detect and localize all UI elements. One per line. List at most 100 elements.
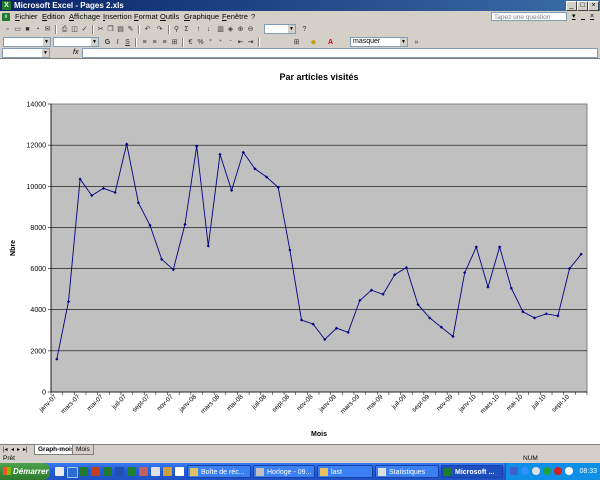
task-horloge[interactable]: Horloge - 09... (253, 465, 315, 478)
workbook-minimize-icon[interactable]: _ (581, 11, 585, 23)
x-axis-title[interactable]: Mois (311, 431, 327, 438)
chart[interactable]: Par articles visités Nbre Mois 0 2000 4000… (0, 59, 600, 445)
borders-icon[interactable]: ⊞ (292, 38, 301, 47)
help-icon[interactable]: ? (300, 25, 309, 34)
zoom-out-icon[interactable]: ⊖ (246, 25, 255, 34)
menu-insertion[interactable]: Insertion (103, 11, 132, 23)
percent-icon[interactable]: % (196, 38, 205, 47)
menu-graphique[interactable]: Graphique (184, 11, 219, 23)
first-sheet-icon[interactable]: |◂ (3, 446, 8, 454)
decrease-decimal-icon[interactable]: ⁻ (226, 38, 235, 47)
app-quicklaunch-icon[interactable] (127, 467, 136, 476)
tray-network-icon[interactable] (521, 467, 529, 475)
internet-explorer-icon[interactable] (67, 467, 78, 478)
chart-title[interactable]: Par articles visités (279, 72, 358, 82)
task-microsoft-excel[interactable]: Microsoft ... (441, 465, 503, 478)
menu-affichage[interactable]: Affichage (69, 11, 100, 23)
paste-icon[interactable]: ▤ (116, 25, 125, 34)
fill-color-icon[interactable]: ◆ (309, 38, 318, 47)
currency-icon[interactable]: € (186, 38, 195, 47)
next-sheet-icon[interactable]: ▸ (17, 446, 20, 454)
zoom-combo[interactable]: ▼ (264, 24, 296, 34)
align-center-icon[interactable]: ≡ (150, 38, 159, 47)
tray-volume-icon[interactable] (532, 467, 540, 475)
plot-area[interactable] (50, 103, 588, 393)
merge-center-icon[interactable]: ⊞ (170, 38, 179, 47)
permission-icon[interactable]: ◔ (33, 25, 42, 34)
print-preview-icon[interactable]: ◫ (70, 25, 79, 34)
hyperlink-icon[interactable]: ⚲ (172, 25, 181, 34)
excel-quicklaunch-icon-2[interactable] (103, 467, 112, 476)
task-statistiques[interactable]: Statistiques (375, 465, 439, 478)
excel-app-icon[interactable]: X (2, 1, 11, 10)
powerpoint-quicklaunch-icon[interactable] (91, 467, 100, 476)
format-painter-icon[interactable]: ✎ (126, 25, 135, 34)
email-icon[interactable]: ✉ (43, 25, 52, 34)
name-box[interactable]: ▼ (2, 48, 50, 58)
workbook-close-icon[interactable]: × (590, 11, 594, 23)
start-button[interactable]: Démarrer (0, 463, 50, 480)
y-axis-title[interactable]: Nbre (10, 240, 17, 256)
drawing-icon[interactable]: ◈ (226, 25, 235, 34)
copy-icon[interactable]: ❐ (106, 25, 115, 34)
redo-icon[interactable]: ↷ (155, 25, 164, 34)
excel-quicklaunch-icon[interactable] (79, 467, 88, 476)
task-label: Microsoft ... (455, 469, 495, 476)
close-button[interactable]: × (588, 1, 599, 11)
quicklaunch-overflow-icon[interactable] (175, 467, 184, 476)
app-quicklaunch-icon-3[interactable] (151, 467, 160, 476)
font-size-combo[interactable]: ▼ (53, 37, 99, 47)
menu-outils[interactable]: Outils (160, 11, 179, 23)
underline-icon[interactable]: S (123, 38, 132, 47)
help-question-box[interactable]: Tapez une question (491, 12, 567, 21)
show-desktop-icon[interactable] (55, 467, 64, 476)
app-quicklaunch-icon-2[interactable] (139, 467, 148, 476)
tray-antivirus-icon[interactable] (554, 467, 562, 475)
increase-indent-icon[interactable]: ⇥ (246, 38, 255, 47)
chart-wizard-icon[interactable]: ▥ (216, 25, 225, 34)
italic-icon[interactable]: I (113, 38, 122, 47)
align-left-icon[interactable]: ≡ (140, 38, 149, 47)
tray-app-icon[interactable] (510, 467, 518, 475)
sort-desc-icon[interactable]: ↓ (204, 25, 213, 34)
decrease-indent-icon[interactable]: ⇤ (236, 38, 245, 47)
open-icon[interactable]: ▭ (13, 25, 22, 34)
maximize-button[interactable]: □ (577, 1, 588, 11)
workbook-icon[interactable]: x (2, 13, 10, 21)
word-quicklaunch-icon[interactable] (115, 467, 124, 476)
app-quicklaunch-icon-4[interactable] (163, 467, 172, 476)
cut-icon[interactable]: ✂ (96, 25, 105, 34)
task-last[interactable]: last (317, 465, 373, 478)
last-sheet-icon[interactable]: ▸| (23, 446, 28, 454)
print-icon[interactable]: ⎙ (60, 25, 69, 34)
tray-info-icon[interactable] (565, 467, 573, 475)
increase-decimal-icon[interactable]: ⁺ (216, 38, 225, 47)
task-mail-inbox[interactable]: Boîte de réc... (187, 465, 251, 478)
menu-fichier[interactable]: Fichier (15, 11, 38, 23)
bold-icon[interactable]: G (103, 38, 112, 47)
align-right-icon[interactable]: ≡ (160, 38, 169, 47)
new-icon[interactable]: ▫ (3, 25, 12, 34)
toolbar-options-icon[interactable]: » (412, 38, 421, 47)
sort-asc-icon[interactable]: ↑ (194, 25, 203, 34)
thousands-icon[interactable]: ° (206, 38, 215, 47)
menu-edition[interactable]: Edition (42, 11, 65, 23)
font-color-combo[interactable]: masquer ▼ (350, 37, 408, 47)
undo-icon[interactable]: ↶ (143, 25, 152, 34)
font-color-icon[interactable]: A (326, 38, 335, 47)
tray-status-icon[interactable] (543, 467, 551, 475)
menu-help[interactable]: ? (251, 11, 255, 23)
zoom-in-icon[interactable]: ⊕ (236, 25, 245, 34)
help-dropdown-icon[interactable]: ▾ (572, 11, 576, 23)
autosum-icon[interactable]: Σ (182, 25, 191, 34)
font-name-combo[interactable]: ▼ (3, 37, 51, 47)
function-icon[interactable]: fx (73, 48, 78, 58)
spelling-icon[interactable]: ✓ (80, 25, 89, 34)
menu-format[interactable]: Format (134, 11, 158, 23)
save-icon[interactable]: ■ (23, 25, 32, 34)
minimize-button[interactable]: _ (566, 1, 577, 11)
formula-input[interactable] (82, 48, 598, 58)
toolbar-separator (168, 25, 170, 34)
prev-sheet-icon[interactable]: ◂ (11, 446, 14, 454)
menu-fenetre[interactable]: Fenêtre (222, 11, 248, 23)
